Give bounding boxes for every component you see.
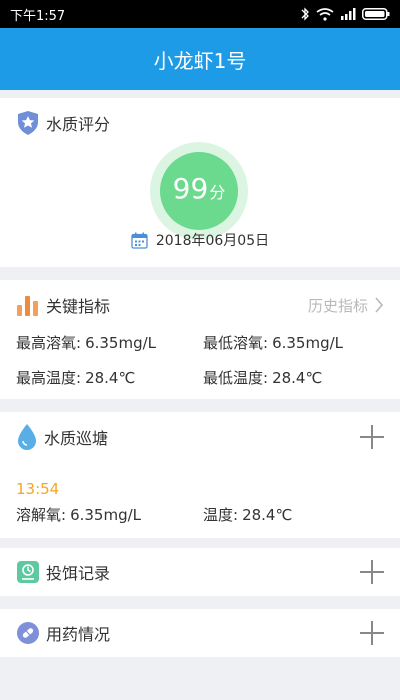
- water-score-title: 水质评分: [46, 115, 111, 134]
- metric-value: 6.35mg/L: [272, 334, 344, 352]
- page-title: 小龙虾1号: [153, 48, 247, 73]
- metric-min-oxygen: 最低溶氧: 6.35mg/L: [203, 332, 343, 353]
- chevron-right-icon: [375, 297, 384, 313]
- metric-label: 最低温度:: [203, 369, 269, 387]
- patrol-card: 水质巡塘 13:54 溶解氧: 6.35mg/L 温度: 28.4℃: [0, 412, 400, 538]
- patrol-value: 28.4℃: [242, 506, 293, 524]
- medication-card[interactable]: 用药情况: [0, 609, 400, 657]
- metric-min-temp: 最低温度: 28.4℃: [203, 367, 322, 388]
- status-time: 下午1:57: [10, 8, 66, 24]
- water-drop-icon: [18, 424, 36, 450]
- feeding-title: 投饵记录: [46, 564, 111, 583]
- shield-star-icon: [18, 111, 38, 135]
- patrol-label: 温度:: [203, 506, 239, 524]
- metric-label: 最低溶氧:: [203, 334, 269, 352]
- score-value: 99: [172, 172, 209, 205]
- score-date-row: 2018年06月05日: [0, 229, 400, 251]
- score-date: 2018年06月05日: [155, 233, 270, 249]
- patrol-oxygen: 溶解氧: 6.35mg/L: [16, 504, 141, 525]
- status-icons: [300, 7, 390, 21]
- metric-value: 28.4℃: [272, 369, 323, 387]
- history-metrics-link[interactable]: 历史指标: [308, 295, 384, 316]
- status-bar: 下午1:57: [0, 0, 400, 28]
- patrol-temp: 温度: 28.4℃: [203, 504, 292, 525]
- metric-value: 6.35mg/L: [85, 334, 157, 352]
- bluetooth-icon: [301, 7, 309, 21]
- water-score-header: 水质评分: [16, 98, 384, 148]
- plus-icon: [360, 425, 384, 449]
- patrol-header: 水质巡塘: [16, 412, 384, 462]
- feeding-card[interactable]: 投饵记录: [0, 548, 400, 596]
- medication-title: 用药情况: [46, 625, 111, 644]
- battery-icon: [362, 8, 390, 20]
- score-ring: 99 分: [150, 142, 248, 240]
- history-metrics-label: 历史指标: [307, 296, 368, 315]
- score-circle: 99 分: [160, 152, 238, 230]
- calendar-icon: [131, 232, 148, 249]
- app-bar: 小龙虾1号: [0, 28, 400, 90]
- medication-add-button[interactable]: [360, 621, 384, 645]
- medicine-icon: [17, 622, 39, 644]
- metric-max-temp: 最高温度: 28.4℃: [16, 367, 135, 388]
- feeding-icon: [17, 561, 39, 583]
- plus-icon: [360, 560, 384, 584]
- key-metrics-header: 关键指标 历史指标: [16, 280, 384, 330]
- patrol-add-button[interactable]: [360, 425, 384, 449]
- patrol-label: 溶解氧:: [16, 506, 67, 524]
- metric-label: 最高温度:: [16, 369, 82, 387]
- water-score-card: 水质评分 99 分 2018年06月05日: [0, 98, 400, 267]
- wifi-icon: [316, 7, 334, 21]
- key-metrics-title: 关键指标: [46, 297, 111, 316]
- metric-label: 最高溶氧:: [16, 334, 82, 352]
- metric-max-oxygen: 最高溶氧: 6.35mg/L: [16, 332, 156, 353]
- feeding-add-button[interactable]: [360, 560, 384, 584]
- patrol-time: 13:54: [16, 480, 60, 498]
- patrol-value: 6.35mg/L: [70, 506, 142, 524]
- bar-chart-icon: [17, 296, 38, 316]
- patrol-title: 水质巡塘: [44, 429, 109, 448]
- key-metrics-card: 关键指标 历史指标 最高溶氧: 6.35mg/L 最低溶氧: 6.35mg/L 最高…: [0, 280, 400, 399]
- medication-header: 用药情况: [16, 609, 384, 657]
- plus-icon: [360, 621, 384, 645]
- metric-value: 28.4℃: [85, 369, 136, 387]
- score-unit: 分: [209, 183, 226, 202]
- feeding-header: 投饵记录: [16, 548, 384, 596]
- signal-icon: [341, 8, 356, 20]
